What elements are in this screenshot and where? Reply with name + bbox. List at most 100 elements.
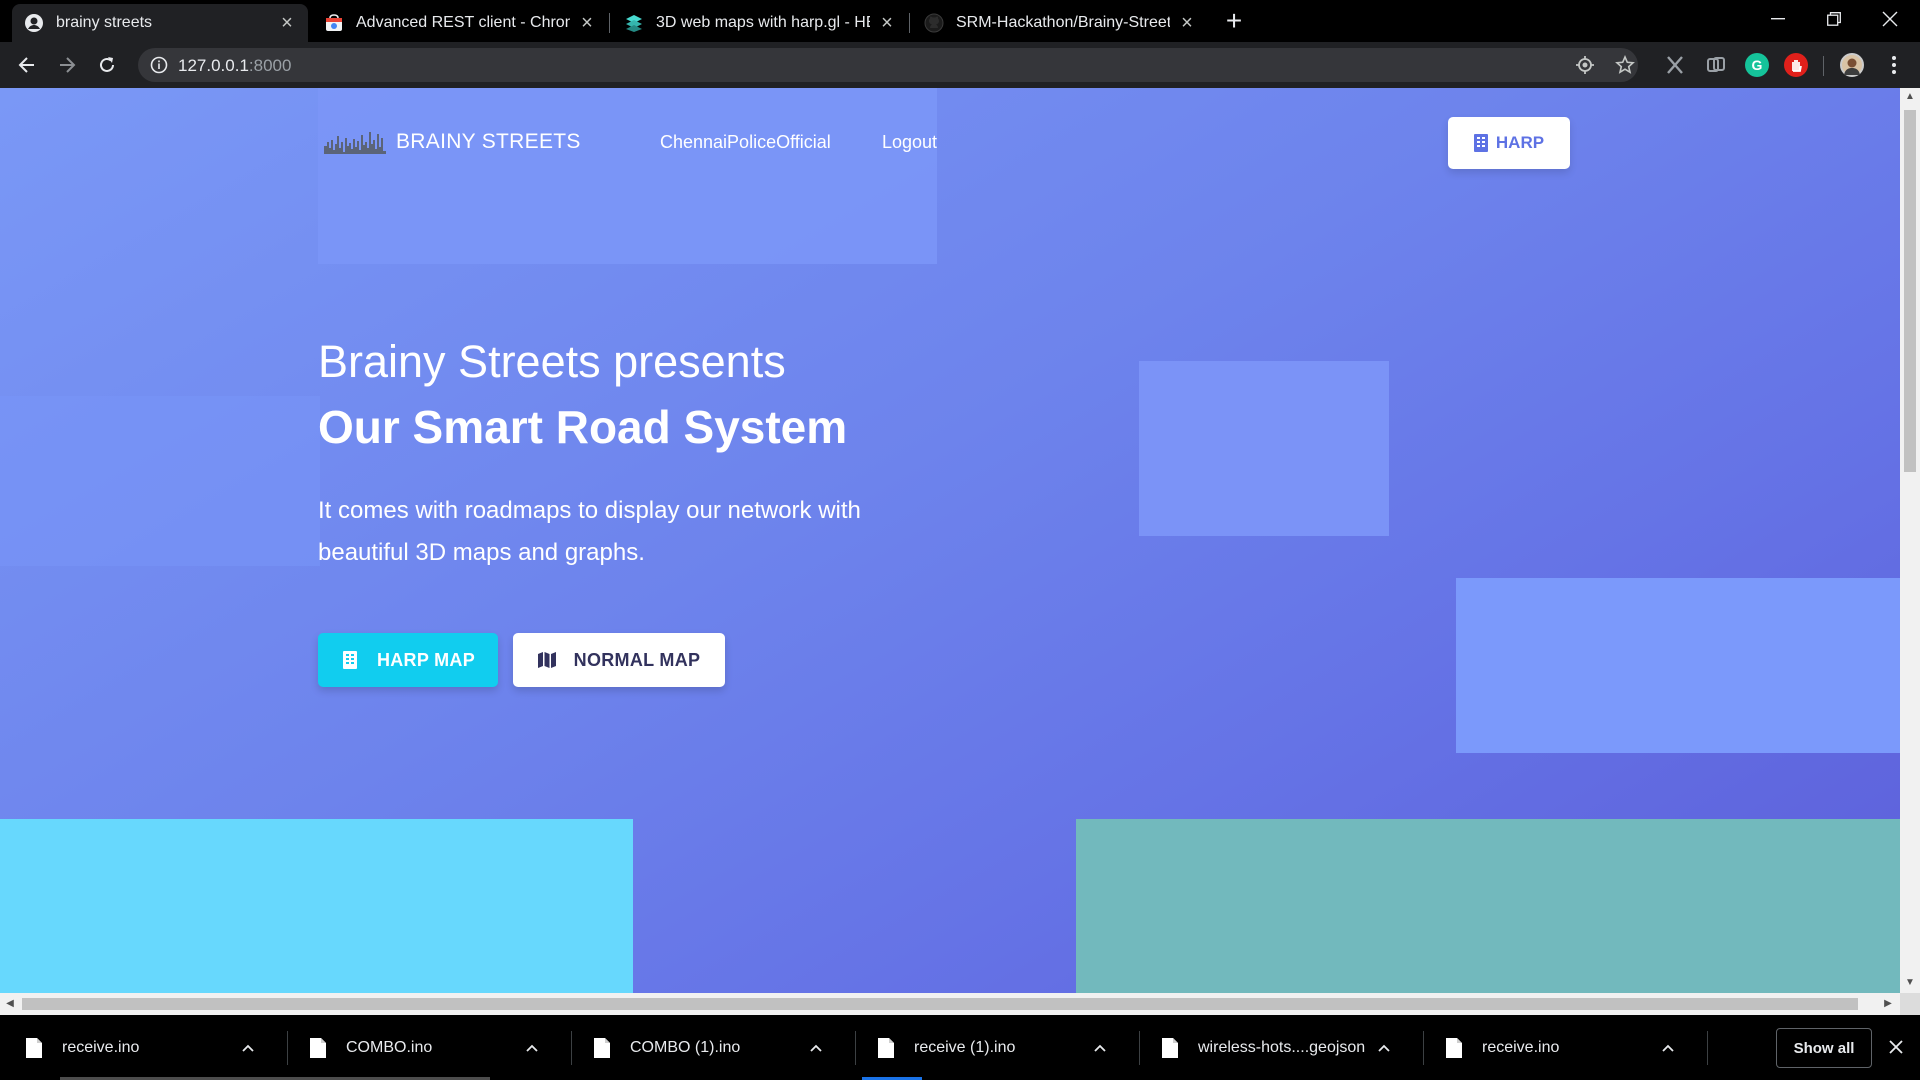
url-text: 127.0.0.1:8000 [178, 56, 292, 75]
scrollbar-corner [1900, 993, 1920, 1015]
harp-nav-button[interactable]: HARP [1448, 117, 1570, 169]
scroll-right-arrow[interactable]: ▶ [1882, 998, 1894, 1010]
minimize-button[interactable] [1750, 0, 1806, 38]
reload-button[interactable] [93, 51, 121, 79]
here-harp-icon [624, 13, 644, 33]
chevron-up-icon[interactable] [1372, 1036, 1396, 1060]
hero-title: Our Smart Road System [318, 401, 848, 453]
decorative-block [1139, 361, 1389, 536]
minimize-icon [1771, 18, 1785, 20]
more-vert-icon [1892, 56, 1896, 74]
github-icon [924, 13, 944, 33]
arrow-right-icon [60, 57, 76, 73]
file-icon [1162, 1037, 1178, 1058]
file-icon [310, 1037, 326, 1058]
extension-x-icon[interactable] [1663, 53, 1687, 77]
show-all-button[interactable]: Show all [1776, 1028, 1872, 1068]
tab-title: Advanced REST client - Chrome W [356, 14, 570, 31]
download-filename: receive.ino [62, 1038, 140, 1056]
grammarly-icon[interactable]: G [1745, 53, 1769, 77]
back-button[interactable] [13, 51, 41, 79]
download-shelf: receive.ino COMBO.ino COMBO (1).ino rece… [0, 1015, 1920, 1080]
hero-subtitle: Brainy Streets presents [318, 336, 786, 387]
download-item[interactable]: COMBO.ino [284, 1015, 568, 1080]
horizontal-scrollbar[interactable]: ◀ ▶ [0, 993, 1900, 1015]
file-icon [1446, 1037, 1462, 1058]
hero-description: It comes with roadmaps to display our ne… [318, 497, 861, 566]
vertical-scrollbar[interactable]: ▲ ▼ [1900, 88, 1920, 993]
download-item[interactable]: receive.ino [0, 1015, 284, 1080]
chevron-up-icon[interactable] [804, 1036, 828, 1060]
download-filename: COMBO (1).ino [630, 1038, 741, 1056]
profile-avatar[interactable] [1840, 53, 1864, 77]
chevron-up-icon[interactable] [520, 1036, 544, 1060]
skyline-icon [324, 132, 386, 154]
close-window-button[interactable] [1862, 0, 1918, 38]
normal-map-label: NORMAL MAP [573, 649, 701, 670]
menu-button[interactable] [1880, 51, 1908, 79]
download-filename: wireless-hots....geojson [1198, 1038, 1366, 1056]
close-icon[interactable]: × [1178, 13, 1196, 33]
location-icon[interactable] [1575, 55, 1595, 75]
download-item[interactable]: wireless-hots....geojson [1136, 1015, 1420, 1080]
restore-button[interactable] [1806, 0, 1862, 38]
scroll-left-arrow[interactable]: ◀ [4, 998, 16, 1010]
download-filename: receive (1).ino [914, 1038, 1016, 1056]
scroll-up-arrow[interactable]: ▲ [1905, 92, 1915, 102]
decorative-block [0, 396, 320, 566]
close-icon [1882, 11, 1898, 27]
close-icon[interactable]: × [878, 13, 896, 33]
tab-strip: brainy streets × Advanced REST client - … [0, 0, 1920, 42]
tab-title: brainy streets [56, 14, 153, 31]
close-icon[interactable]: × [578, 13, 596, 33]
chevron-up-icon[interactable] [1088, 1036, 1112, 1060]
new-tab-button[interactable]: + [1220, 7, 1248, 36]
tab-brainy-streets[interactable]: brainy streets × [12, 4, 308, 42]
map-icon [537, 652, 556, 668]
toolbar-divider [1823, 56, 1824, 76]
chevron-up-icon[interactable] [236, 1036, 260, 1060]
download-item[interactable]: receive (1).ino [852, 1015, 1136, 1080]
extension-sync-icon[interactable] [1704, 53, 1728, 77]
nav-link-user[interactable]: ChennaiPoliceOfficial [660, 132, 831, 153]
info-icon[interactable] [150, 56, 168, 74]
github-avatar-icon [24, 13, 44, 33]
tab-title: 3D web maps with harp.gl - HERE [656, 14, 870, 31]
tab-title: SRM-Hackathon/Brainy-Streets [956, 14, 1170, 31]
star-icon[interactable] [1615, 55, 1635, 75]
tab-separator [909, 13, 910, 33]
brand-logo[interactable]: BRAINY STREETS [324, 130, 581, 154]
scrollbar-thumb[interactable] [1904, 110, 1916, 472]
scrollbar-thumb[interactable] [22, 998, 1858, 1010]
harp-map-button[interactable]: HARP MAP [318, 633, 498, 687]
tab-github-repo[interactable]: SRM-Hackathon/Brainy-Streets × [912, 4, 1208, 42]
scroll-down-arrow[interactable]: ▼ [1905, 978, 1915, 988]
file-icon [878, 1037, 894, 1058]
building-icon [1473, 134, 1488, 152]
download-filename: COMBO.ino [346, 1038, 433, 1056]
address-bar[interactable]: 127.0.0.1:8000 [138, 48, 1638, 82]
tab-separator [609, 13, 610, 33]
chrome-web-store-icon [324, 13, 344, 33]
brand-name: BRAINY STREETS [396, 130, 581, 153]
tab-advanced-rest-client[interactable]: Advanced REST client - Chrome W × [312, 4, 608, 42]
adblock-icon[interactable] [1784, 53, 1808, 77]
tab-harp-gl[interactable]: 3D web maps with harp.gl - HERE × [612, 4, 908, 42]
nav-link-logout[interactable]: Logout [882, 132, 937, 153]
forward-button[interactable] [53, 51, 81, 79]
building-icon [342, 651, 357, 669]
normal-map-button[interactable]: NORMAL MAP [513, 633, 725, 687]
restore-icon [1827, 12, 1841, 26]
download-item[interactable]: receive.ino [1420, 1015, 1704, 1080]
decorative-block [0, 819, 633, 993]
file-icon [26, 1037, 42, 1058]
decorative-block [318, 88, 937, 264]
download-item[interactable]: COMBO (1).ino [568, 1015, 852, 1080]
download-filename: receive.ino [1482, 1038, 1560, 1056]
reload-icon [100, 57, 114, 72]
arrow-left-icon [18, 57, 34, 73]
page-viewport: BRAINY STREETS ChennaiPoliceOfficial Log… [0, 88, 1900, 993]
chevron-up-icon[interactable] [1656, 1036, 1680, 1060]
close-icon[interactable] [1885, 1037, 1907, 1059]
close-icon[interactable]: × [278, 13, 296, 33]
